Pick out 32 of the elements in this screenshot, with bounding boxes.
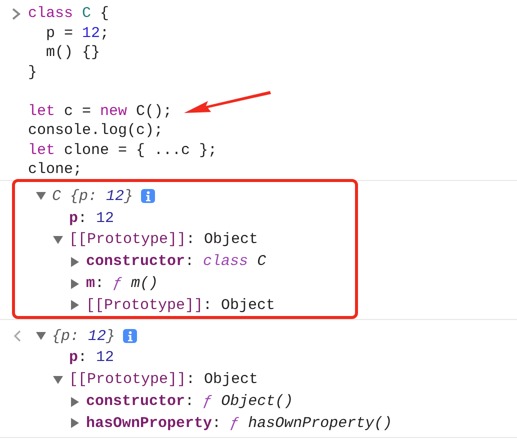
info-icon[interactable] bbox=[141, 189, 156, 204]
prompt-icon bbox=[11, 8, 21, 20]
object-preview: {p: 12} bbox=[52, 328, 116, 345]
code-line: let c = new C(); bbox=[28, 102, 172, 120]
property-line: m: ƒ m() bbox=[86, 275, 158, 292]
property-line: hasOwnProperty: ƒ hasOwnProperty() bbox=[86, 414, 392, 432]
property-line: p: 12 bbox=[69, 210, 114, 227]
triangle-down-icon[interactable] bbox=[36, 331, 46, 342]
code-line: p = 12; bbox=[45, 24, 110, 42]
code-line: clone; bbox=[28, 161, 82, 178]
triangle-down-icon[interactable] bbox=[53, 234, 63, 245]
code-line: class C { bbox=[28, 5, 110, 22]
triangle-right-icon[interactable] bbox=[70, 278, 80, 289]
code-line: m() {} bbox=[45, 44, 100, 62]
triangle-right-icon[interactable] bbox=[70, 396, 80, 407]
return-value-icon bbox=[13, 330, 21, 342]
triangle-right-icon[interactable] bbox=[70, 300, 80, 310]
triangle-right-icon[interactable] bbox=[70, 418, 80, 428]
property-line: [[Prototype]]: Object bbox=[69, 371, 258, 388]
triangle-down-icon[interactable] bbox=[53, 374, 63, 385]
code-line: } bbox=[28, 64, 38, 81]
object-preview: C {p: 12} bbox=[52, 188, 134, 205]
code-line: let clone = { ...c }; bbox=[28, 142, 218, 159]
property-line: [[Prototype]]: Object bbox=[86, 296, 276, 314]
triangle-down-icon[interactable] bbox=[36, 191, 46, 202]
triangle-right-icon[interactable] bbox=[70, 256, 80, 267]
property-line: constructor: ƒ Object() bbox=[86, 393, 294, 410]
info-icon[interactable] bbox=[123, 329, 138, 344]
code-line: console.log(c); bbox=[28, 122, 164, 140]
property-line: constructor: class C bbox=[86, 253, 266, 270]
property-line: [[Prototype]]: Object bbox=[69, 231, 258, 248]
property-line: p: 12 bbox=[69, 349, 114, 366]
